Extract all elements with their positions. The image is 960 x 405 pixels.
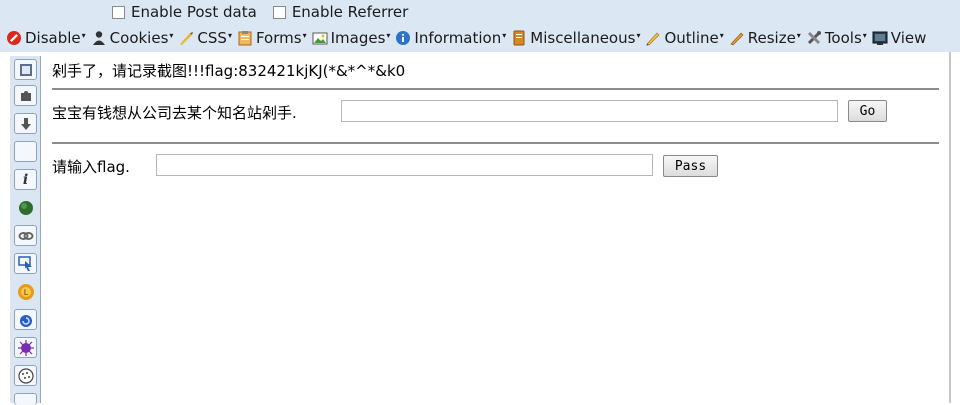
window-edge <box>949 52 951 403</box>
info-icon: i <box>22 171 29 188</box>
purple-icon <box>17 339 34 356</box>
sidebar-button[interactable] <box>14 113 37 134</box>
divider <box>52 142 939 144</box>
flag-input[interactable] <box>156 154 653 176</box>
menu-label: Miscellaneous <box>530 29 636 47</box>
sidebar-panel: i L <box>10 56 41 405</box>
sidebar-button[interactable] <box>14 365 37 386</box>
disable-icon <box>7 31 21 45</box>
menu-label: CSS <box>197 29 227 47</box>
sidebar-button[interactable] <box>14 197 37 218</box>
menu-arrow: ▾ <box>502 30 507 40</box>
orange-icon: L <box>17 283 34 300</box>
menu-arrow: ▾ <box>636 30 641 40</box>
puzzle-icon <box>20 90 31 101</box>
enable-post-data-checkbox[interactable]: Enable Post data <box>112 3 257 21</box>
pass-button[interactable]: Pass <box>663 155 718 177</box>
menu-tools[interactable]: Tools ▾ <box>806 29 867 47</box>
menu-disable[interactable]: Disable ▾ <box>6 29 86 47</box>
flag-message: 剁手了，请记录截图!!!flag:832421kjKJ(*&*^*&k0 <box>52 62 406 80</box>
menu-arrow: ▾ <box>302 30 307 40</box>
go-button[interactable]: Go <box>848 100 887 122</box>
menu-images[interactable]: Images ▾ <box>312 29 391 47</box>
information-icon <box>396 31 411 45</box>
menu-label: Images <box>330 29 386 47</box>
web-icon <box>19 63 32 76</box>
images-icon <box>312 32 328 45</box>
sidebar-button[interactable] <box>14 141 37 162</box>
checkbox-label: Enable Post data <box>131 3 257 21</box>
cursor-icon <box>17 255 32 271</box>
sidebar-button[interactable] <box>14 59 37 80</box>
checkbox-box[interactable] <box>112 5 125 19</box>
sidebar-button[interactable] <box>14 85 37 106</box>
menu-css[interactable]: CSS ▾ <box>178 29 232 47</box>
menu-outline[interactable]: Outline ▾ <box>645 29 724 47</box>
menu-label: Outline <box>664 29 719 47</box>
web-developer-toolbar: Enable Post data Enable Referrer Disable… <box>0 0 960 52</box>
menu-arrow: ▾ <box>796 30 801 40</box>
menu-arrow: ▾ <box>81 30 86 40</box>
site-input[interactable] <box>341 100 838 122</box>
menu-forms[interactable]: Forms ▾ <box>237 29 307 47</box>
menu-label: Cookies <box>109 29 169 47</box>
forms-icon <box>238 31 252 46</box>
menu-arrow: ▾ <box>386 30 391 40</box>
sidebar-button[interactable] <box>14 393 37 405</box>
miscellaneous-icon <box>513 30 525 46</box>
toolbar-row-menus: Disable ▾ Cookies ▾ CSS ▾ Forms ▾ Images ▾ In… <box>6 27 931 49</box>
menu-arrow: ▾ <box>719 30 724 40</box>
green-ball-icon <box>18 200 33 215</box>
menu-arrow: ▾ <box>227 30 232 40</box>
menu-label: Information <box>414 29 502 47</box>
svg-text:L: L <box>23 288 28 297</box>
swirl-icon <box>19 314 32 327</box>
cookie-icon <box>17 367 34 384</box>
question-label: 宝宝有钱想从公司去某个知名站剁手. <box>52 104 297 122</box>
sidebar-button[interactable] <box>14 337 37 358</box>
menu-label: Tools <box>824 29 862 47</box>
outline-icon <box>646 32 660 46</box>
tools-icon <box>807 31 821 45</box>
checkbox-box[interactable] <box>272 5 286 19</box>
css-icon <box>180 32 194 45</box>
sidebar-button[interactable] <box>14 225 37 246</box>
menu-label: Resize <box>747 29 796 47</box>
menu-arrow: ▾ <box>169 30 174 40</box>
menu-miscellaneous[interactable]: Miscellaneous ▾ <box>511 29 640 47</box>
sidebar-button[interactable] <box>14 253 37 274</box>
flag-prompt-label: 请输入flag. <box>52 158 130 176</box>
menu-cookies[interactable]: Cookies ▾ <box>91 29 174 47</box>
checkbox-label: Enable Referrer <box>291 3 409 21</box>
sidebar-button[interactable]: i <box>14 169 37 190</box>
enable-referrer-checkbox[interactable]: Enable Referrer <box>272 3 409 21</box>
menu-label: Forms <box>255 29 302 47</box>
sidebar-button[interactable] <box>14 309 37 330</box>
view-icon <box>872 31 888 45</box>
divider <box>52 88 939 90</box>
menu-arrow: ▾ <box>862 30 867 40</box>
menu-label: View <box>890 29 927 47</box>
menu-resize[interactable]: Resize ▾ <box>729 29 801 47</box>
menu-information[interactable]: Information ▾ <box>395 29 506 47</box>
resize-icon <box>730 32 744 46</box>
link-icon <box>18 231 33 240</box>
toolbar-row-options: Enable Post data Enable Referrer <box>112 2 424 22</box>
menu-view[interactable]: View <box>872 29 927 47</box>
sidebar-button[interactable]: L <box>14 281 37 302</box>
download-icon <box>20 117 31 130</box>
menu-label: Disable <box>25 29 81 47</box>
cookies-icon <box>92 31 105 45</box>
